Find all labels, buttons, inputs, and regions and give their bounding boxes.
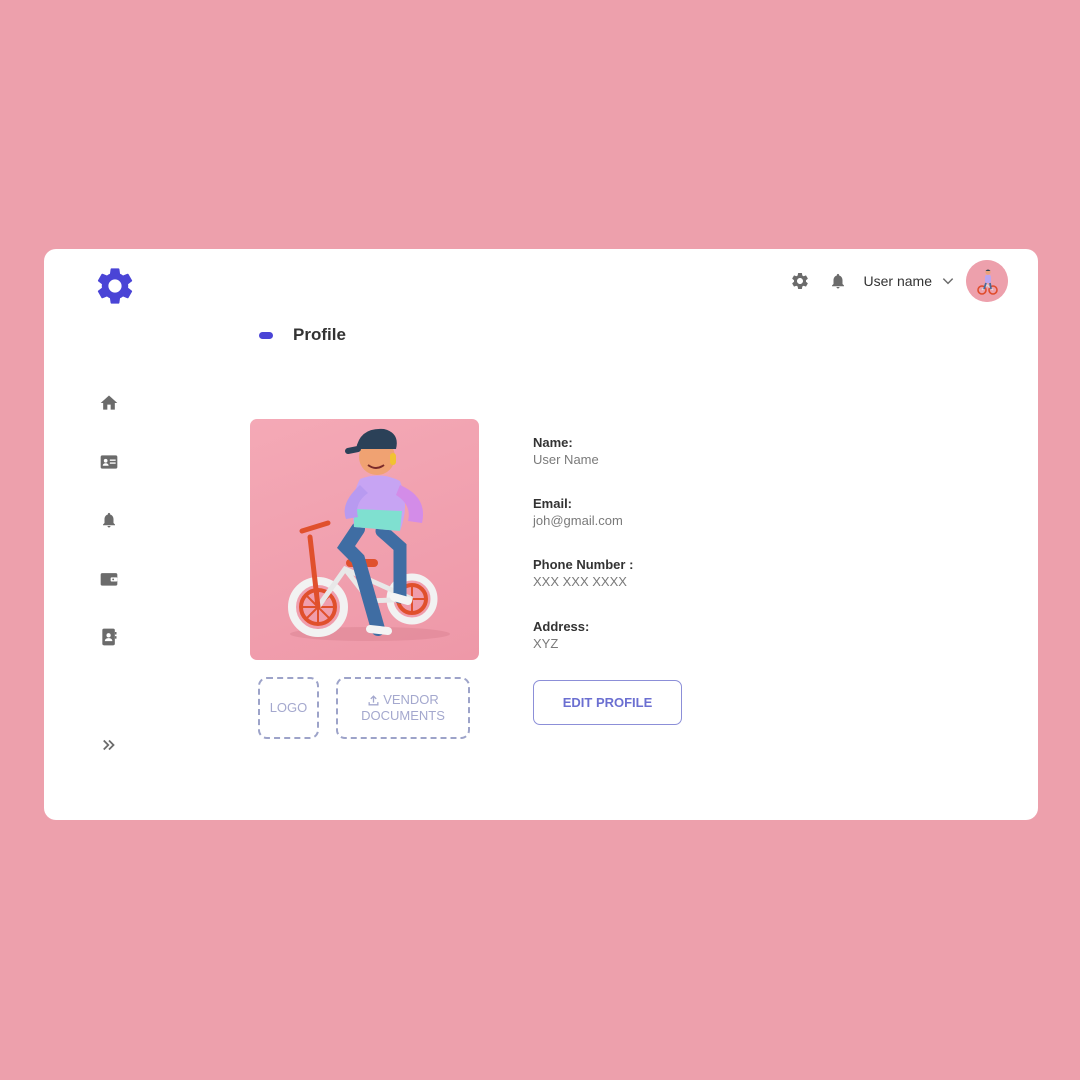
email-label: Email:	[533, 496, 573, 511]
page-title: Profile	[293, 325, 346, 344]
profile-photo	[250, 419, 479, 660]
edit-profile-label: EDIT PROFILE	[562, 695, 653, 710]
upload-icon	[367, 694, 380, 707]
logo-upload-label: LOGO	[269, 700, 308, 715]
settings-gear-icon[interactable]	[790, 271, 810, 291]
name-field: Name: User Name	[533, 435, 599, 467]
email-value: joh@gmail.com	[533, 513, 623, 528]
name-label: Name:	[533, 435, 573, 450]
email-field: Email: joh@gmail.com	[533, 496, 623, 528]
address-field: Address: XYZ	[533, 619, 589, 651]
vendor-documents-button[interactable]: VENDOR DOCUMENTS	[336, 677, 470, 739]
bell-icon[interactable]	[99, 510, 119, 530]
id-card-icon[interactable]	[99, 452, 119, 472]
user-name-label[interactable]: User name	[864, 273, 932, 289]
name-value: User Name	[533, 452, 599, 467]
contacts-icon[interactable]	[99, 627, 119, 647]
app-logo-gear-icon[interactable]	[93, 264, 137, 308]
notification-bell-icon[interactable]	[828, 271, 848, 291]
wallet-icon[interactable]	[99, 569, 119, 589]
vendor-label-line2: DOCUMENTS	[361, 708, 445, 723]
phone-label: Phone Number :	[533, 557, 634, 572]
chevron-down-icon[interactable]	[940, 273, 956, 289]
logo-upload-button[interactable]: LOGO	[258, 677, 319, 739]
vendor-label-line1: VENDOR	[383, 692, 439, 707]
address-value: XYZ	[533, 636, 559, 651]
phone-field: Phone Number : XXX XXX XXXX	[533, 557, 633, 589]
edit-profile-button[interactable]: EDIT PROFILE	[533, 680, 682, 725]
top-bar: User name	[790, 260, 1008, 302]
main-card: User name Profile LOGO VENDOR DOCUMENTS …	[44, 249, 1038, 820]
phone-value: XXX XXX XXXX	[533, 574, 627, 589]
user-avatar[interactable]	[966, 260, 1008, 302]
heading-marker	[259, 331, 273, 339]
address-label: Address:	[533, 619, 590, 634]
home-icon[interactable]	[99, 393, 119, 413]
double-chevron-right-icon[interactable]	[99, 735, 119, 755]
page-heading: Profile	[259, 325, 346, 345]
